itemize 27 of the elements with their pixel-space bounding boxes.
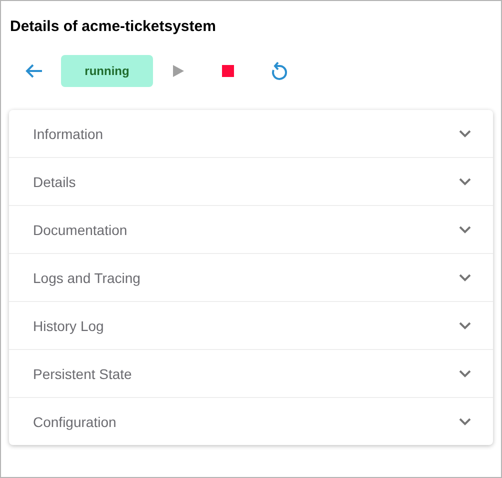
section-title: Logs and Tracing bbox=[33, 270, 140, 286]
status-badge: running bbox=[61, 55, 153, 87]
accordion-header[interactable]: History Log bbox=[9, 302, 493, 350]
stop-icon bbox=[222, 65, 234, 77]
accordion-header[interactable]: Documentation bbox=[9, 206, 493, 254]
chevron-icon bbox=[459, 226, 471, 234]
play-icon bbox=[173, 65, 184, 77]
accordion-header[interactable]: Persistent State bbox=[9, 350, 493, 398]
section-title: Documentation bbox=[33, 222, 128, 238]
section-title: History Log bbox=[33, 318, 104, 334]
accordion-header[interactable]: Details bbox=[9, 158, 493, 206]
restart-icon bbox=[270, 61, 288, 81]
section-title: Information bbox=[33, 126, 104, 142]
chevron-icon bbox=[459, 322, 471, 330]
section-title: Details bbox=[33, 174, 76, 190]
page-title: Details of acme-ticketsystem bbox=[10, 17, 216, 37]
chevron-icon bbox=[459, 274, 471, 282]
back-arrow-icon bbox=[25, 63, 43, 79]
chevron-icon bbox=[459, 418, 471, 426]
accordion-header[interactable]: Configuration bbox=[9, 398, 493, 445]
chevron-icon bbox=[459, 370, 471, 378]
accordion-header[interactable]: Information bbox=[9, 110, 493, 158]
chevron-icon bbox=[459, 130, 471, 138]
section-title: Configuration bbox=[33, 414, 116, 430]
chevron-icon bbox=[459, 178, 471, 186]
section-title: Persistent State bbox=[33, 366, 132, 382]
accordion-header[interactable]: Logs and Tracing bbox=[9, 254, 493, 302]
